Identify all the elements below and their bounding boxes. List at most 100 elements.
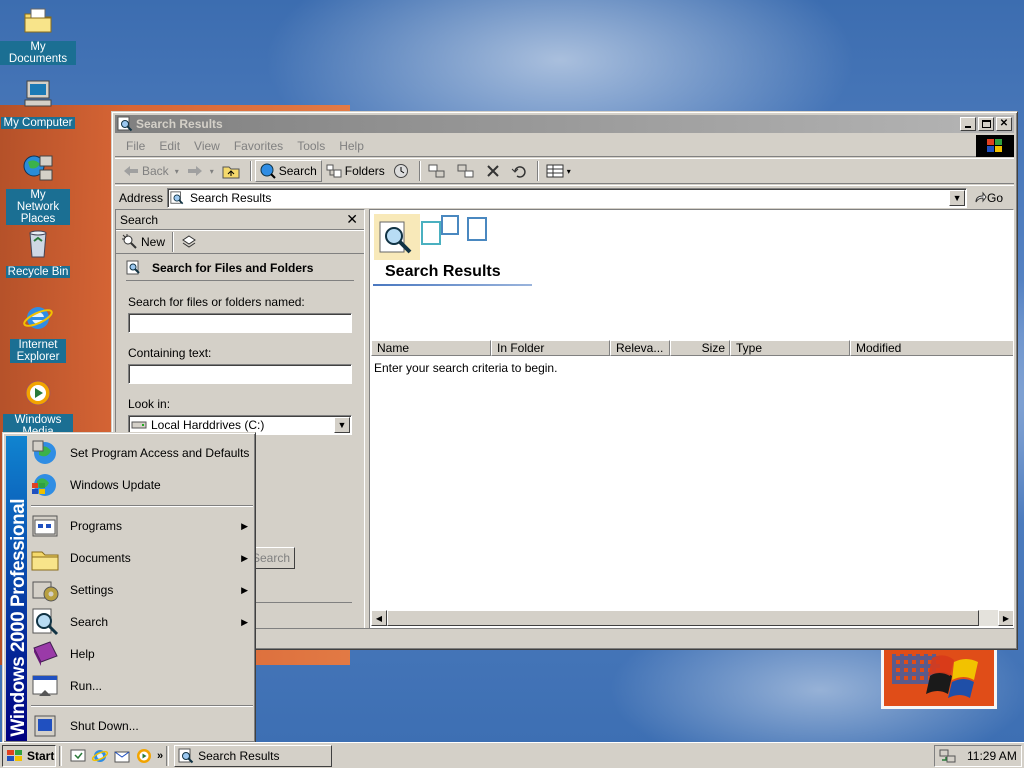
containing-text-input[interactable] [128,364,352,384]
menu-item-shut-down[interactable]: Shut Down... [29,710,254,742]
back-button[interactable]: Back ▾ [119,160,183,182]
chevron-right-icon[interactable]: » [157,750,163,762]
horizontal-scrollbar[interactable]: ◀ ▶ [371,610,1013,626]
toolbar-separator [172,232,175,252]
arrow-left-icon: ◀ [375,613,383,623]
move-to-button[interactable] [424,160,453,182]
copy-to-button[interactable] [453,160,482,182]
desktop-icon-internet-explorer[interactable]: Internet Explorer [0,302,76,363]
close-icon: ✕ [999,118,1009,129]
new-search-button[interactable]: New [120,231,169,253]
address-dropdown-button[interactable]: ▼ [949,189,966,206]
windows-flag-icon [7,749,22,761]
new-search-label: New [141,235,166,249]
scroll-left-button[interactable]: ◀ [371,610,387,626]
search-window-icon [117,116,133,132]
menu-item-windows-update[interactable]: Windows Update [29,469,254,501]
search-doc-icon [170,190,184,204]
lookin-dropdown-button[interactable]: ▼ [334,417,350,433]
menu-view[interactable]: View [187,139,227,153]
search-options-button[interactable] [177,231,204,253]
menu-file[interactable]: File [119,139,152,153]
search-pane-title: Search [120,212,159,227]
start-button[interactable]: Start [2,744,56,767]
media-player-icon[interactable] [135,747,153,765]
desktop-icon-my-documents[interactable]: My Documents [0,4,76,65]
results-title-underline [373,284,532,286]
programs-icon [32,515,58,537]
results-pane: Search Results Name In Folder Releva... … [369,209,1014,629]
column-in-folder[interactable]: In Folder [491,340,610,356]
menu-tools[interactable]: Tools [290,139,332,153]
undo-button[interactable] [507,160,534,182]
scroll-thumb[interactable] [387,610,979,626]
history-button[interactable] [389,160,416,182]
address-field[interactable]: Search Results ▼ [167,187,968,208]
menu-item-settings[interactable]: Settings ▶ [29,574,254,606]
folders-icon [326,164,342,178]
search-now-button[interactable]: Search [251,547,295,569]
scroll-right-button[interactable]: ▶ [998,610,1013,626]
column-type[interactable]: Type [730,340,850,356]
delete-button[interactable] [482,160,507,182]
submenu-arrow-icon: ▶ [241,584,248,595]
network-places-icon [23,155,53,181]
toolbar-separator [536,161,539,181]
views-grid-icon [546,164,564,178]
chevron-down-icon: ▼ [337,420,347,430]
containing-label: Containing text: [128,346,212,360]
title-bar[interactable]: Search Results ✕ [115,115,1014,133]
menu-item-label: Windows Update [70,478,161,492]
taskbar-button-search-results[interactable]: Search Results [174,744,333,767]
back-arrow-icon [124,166,138,176]
menu-item-run[interactable]: Run... [29,670,254,702]
maximize-button[interactable] [978,117,994,131]
close-pane-icon[interactable]: ✕ [346,211,358,228]
search-toolbar-button[interactable]: Search [254,160,322,182]
minimize-icon [965,126,971,128]
up-folder-button[interactable] [218,160,247,182]
show-desktop-icon[interactable] [69,747,87,765]
menu-item-documents[interactable]: Documents ▶ [29,542,254,574]
internet-explorer-icon[interactable] [91,747,109,765]
history-icon [393,164,408,178]
views-button[interactable]: ▾ [542,160,575,182]
my-documents-icon [24,8,52,33]
chevron-down-icon: ▼ [952,192,962,203]
menu-item-search[interactable]: Search ▶ [29,606,254,638]
task-label: Search Results [198,748,280,763]
menu-item-label: Search [70,615,109,629]
folders-button[interactable]: Folders [322,160,389,182]
desktop-icon-my-computer[interactable]: My Computer [0,78,76,129]
back-label: Back [142,164,169,178]
search-section-label: Search for Files and Folders [152,261,314,275]
clock[interactable]: 11:29 AM [967,749,1017,763]
column-modified[interactable]: Modified [850,340,1013,356]
new-search-icon [122,234,137,249]
outlook-express-icon[interactable] [113,747,131,765]
menu-favorites[interactable]: Favorites [227,139,290,153]
folders-label: Folders [344,164,385,178]
forward-button[interactable]: ▾ [183,160,218,182]
menu-edit[interactable]: Edit [152,139,187,153]
close-button[interactable]: ✕ [996,117,1012,131]
search-now-label: Search [251,551,290,565]
submenu-arrow-icon: ▶ [241,552,248,563]
desktop-icon-network-places[interactable]: My Network Places [0,152,76,225]
minimize-button[interactable] [960,117,976,131]
column-relevance[interactable]: Releva... [610,340,670,356]
network-tray-icon[interactable] [939,748,957,764]
menu-help[interactable]: Help [332,139,371,153]
column-size[interactable]: Size [670,340,730,356]
menu-item-help[interactable]: Help [29,638,254,670]
desktop-icon-recycle-bin[interactable]: Recycle Bin [0,227,76,278]
menu-item-programs[interactable]: Programs ▶ [29,510,254,542]
filename-input[interactable] [128,313,352,333]
column-name[interactable]: Name [371,340,491,356]
system-tray: 11:29 AM [934,744,1022,767]
divider [256,602,352,603]
menu-item-label: Help [70,647,95,661]
go-button[interactable]: Go [973,191,1003,205]
menu-item-program-access[interactable]: Set Program Access and Defaults [29,437,254,469]
menu-item-label: Run... [70,679,103,693]
